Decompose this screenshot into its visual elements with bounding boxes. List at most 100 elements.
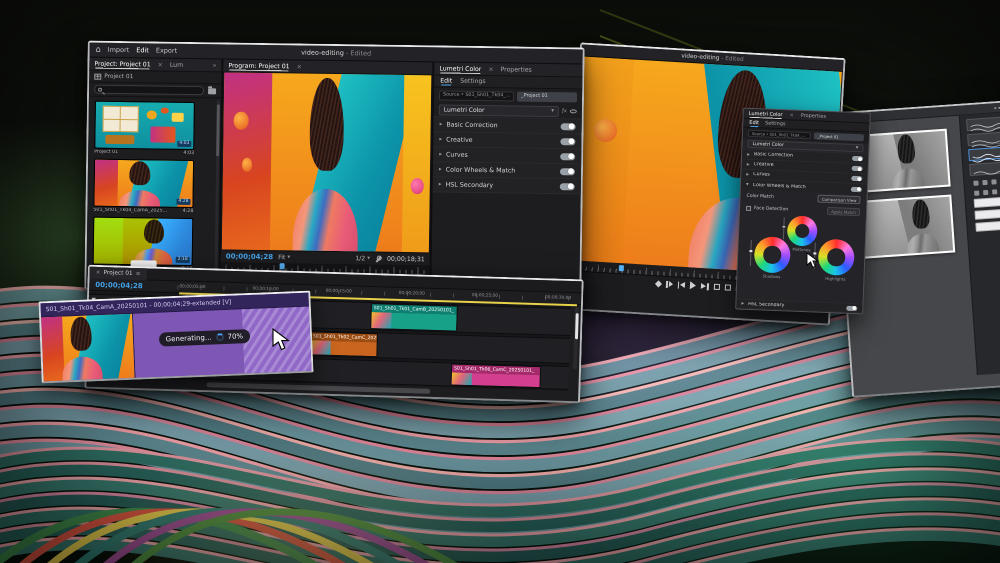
shadows-slider[interactable]	[750, 240, 752, 266]
comparison-view-button[interactable]: Comparison View	[818, 195, 861, 205]
subtab-settings[interactable]: Settings	[765, 120, 786, 127]
project-item-clip-a[interactable]: 4:28	[93, 159, 194, 208]
timeline-vscrollbar[interactable]	[573, 307, 579, 369]
close-icon[interactable]: ×	[297, 63, 302, 70]
preset-dropdown[interactable]: Lumetri Color▾	[439, 104, 559, 117]
floating-extended-clip[interactable]: S01_Sh01_Tk04_CamA_20250101 - 00;00;04;2…	[38, 291, 313, 384]
toggle-creative[interactable]	[852, 166, 863, 171]
swatch[interactable]	[973, 197, 1000, 208]
sketch-thumb[interactable]	[967, 132, 1000, 147]
toggle-creative[interactable]	[560, 138, 575, 145]
sketch-thumb-selected[interactable]	[968, 147, 1000, 162]
program-video-area[interactable]	[222, 72, 431, 252]
toggle-color-wheels[interactable]	[851, 186, 862, 191]
midtones-slider[interactable]	[783, 217, 785, 239]
menu-edit[interactable]: Edit	[136, 46, 149, 54]
floating-lumetri-panel: Lumetri Color × Properties Edit Settings…	[735, 108, 871, 315]
toggle-basic-correction[interactable]	[561, 123, 576, 130]
generating-status-pill: Generating... 70%	[158, 329, 250, 347]
mark-in-button[interactable]	[666, 280, 673, 287]
lift-button[interactable]	[713, 284, 719, 290]
shadows-wheel[interactable]	[754, 236, 791, 273]
duration-badge: 4:28	[176, 199, 190, 205]
project-item-label: S01_Sh01_Tk04_CamA_20250101_4:28	[93, 207, 193, 215]
toggle-hsl-secondary[interactable]	[560, 183, 575, 190]
chevron-right-icon: ▸	[747, 161, 750, 167]
timeline-timecode[interactable]: 00;00;04;28	[89, 280, 177, 291]
current-timecode[interactable]: 00;00;04;28	[226, 252, 273, 261]
marker-button[interactable]	[656, 281, 661, 286]
settings-wrench-icon[interactable]	[375, 255, 382, 262]
subtab-settings[interactable]: Settings	[460, 78, 485, 85]
step-forward-button[interactable]	[701, 282, 709, 289]
toggle-curves[interactable]	[560, 153, 575, 160]
clip-thumbnail	[371, 312, 391, 329]
close-icon[interactable]: ×	[488, 66, 493, 73]
sketch-thumb[interactable]	[966, 117, 1000, 132]
search-input[interactable]	[94, 85, 204, 96]
extract-button[interactable]	[724, 284, 730, 290]
swatch[interactable]	[974, 209, 1000, 220]
tab-program[interactable]: Program: Project 01	[228, 62, 289, 70]
tab-properties[interactable]: Properties	[801, 112, 826, 119]
tab-sequence[interactable]: × Project 01 ≡	[90, 266, 147, 280]
context-chip[interactable]: _Project 01	[814, 132, 864, 141]
midtones-wheel[interactable]	[787, 215, 818, 246]
source-clip-chip[interactable]: Source • S01_Sh01_Tk04_…	[439, 90, 514, 101]
timeline-clip-teal[interactable]: S01_Sh01_Tk01_CamB_20250101_	[370, 303, 458, 332]
close-icon[interactable]: ×	[96, 269, 101, 275]
timeline-clip-pink[interactable]: S01_Sh01_Tk06_CamC_20250101_	[451, 363, 542, 388]
panel-menu-icon[interactable]: ≡	[136, 271, 141, 277]
highlights-wheel[interactable]	[818, 239, 855, 276]
toggle-curves[interactable]	[851, 176, 862, 181]
tab-properties[interactable]: Properties	[500, 66, 531, 73]
section-hsl-secondary[interactable]: ▸ HSL Secondary	[433, 177, 581, 194]
toggle-basic-correction[interactable]	[852, 156, 863, 161]
chevron-right-icon: ▸	[439, 181, 442, 187]
highlights-slider[interactable]	[814, 242, 816, 268]
face-detection-checkbox[interactable]	[746, 205, 751, 210]
subtab-edit[interactable]: Edit	[749, 120, 759, 126]
window2-playhead[interactable]	[619, 265, 624, 271]
chevron-right-icon: ▸	[747, 151, 750, 157]
tab-lumetri-color[interactable]: Lumetri Color	[749, 110, 783, 117]
bypass-eye-icon[interactable]	[570, 109, 577, 113]
tab-project[interactable]: Project: Project 01	[94, 60, 150, 68]
tab-lumetri-truncated[interactable]: Lum	[170, 61, 183, 68]
duration-badge: 4:03	[177, 141, 191, 147]
color-wheels-area: Shadows Midtones Highlights	[737, 214, 866, 304]
menu-export[interactable]: Export	[156, 46, 177, 54]
sketch-thumb[interactable]	[969, 162, 1000, 177]
floating-clip-body: Generating... 70%	[133, 307, 311, 378]
menu-import[interactable]: Import	[108, 46, 130, 54]
close-icon[interactable]: ×	[789, 112, 793, 118]
tab-lumetri-color[interactable]: Lumetri Color	[439, 65, 481, 73]
context-chip[interactable]: _Project 01	[517, 91, 577, 102]
floating-clip-thumbnail	[41, 314, 135, 382]
home-icon[interactable]: ⌂	[96, 46, 101, 54]
toggle-color-wheels[interactable]	[560, 168, 575, 175]
fit-dropdown[interactable]: Fit▾	[278, 254, 290, 261]
sidebar-tool-icons[interactable]	[973, 179, 1000, 186]
more-panels-icon[interactable]: »	[213, 62, 217, 69]
toggle-hsl-secondary[interactable]	[846, 305, 857, 310]
project-item-clip-b[interactable]: 2:18	[93, 217, 194, 266]
apply-match-button[interactable]: Apply Match	[827, 207, 860, 216]
step-back-button[interactable]	[678, 281, 686, 288]
project-item-room[interactable]: 4:03	[94, 101, 195, 150]
close-icon[interactable]: ×	[158, 61, 163, 68]
playback-resolution-dropdown[interactable]: 1/2▾	[355, 255, 370, 262]
program-playhead[interactable]	[279, 263, 284, 269]
project-item-list: 4:03 Project 014:03 4:28 S01_Sh01_Tk04_C…	[87, 97, 221, 276]
fx-icon[interactable]: ƒx	[562, 108, 567, 114]
subtab-edit[interactable]: Edit	[440, 77, 452, 84]
sidebar-tool-icons[interactable]	[974, 189, 1000, 196]
chevron-down-icon: ▾	[746, 182, 749, 188]
source-clip-chip[interactable]: Source • S01_Sh01_Tk04_…	[748, 130, 811, 139]
timeline-clip-orange[interactable]: S01_Sh01_Tk02_CamC_20250101_	[309, 331, 378, 357]
progress-percent: 70%	[227, 333, 243, 342]
duration-badge: 2:18	[176, 257, 190, 263]
play-button[interactable]	[690, 281, 696, 289]
new-bin-icon[interactable]	[208, 88, 216, 94]
swatch[interactable]	[975, 221, 1000, 232]
